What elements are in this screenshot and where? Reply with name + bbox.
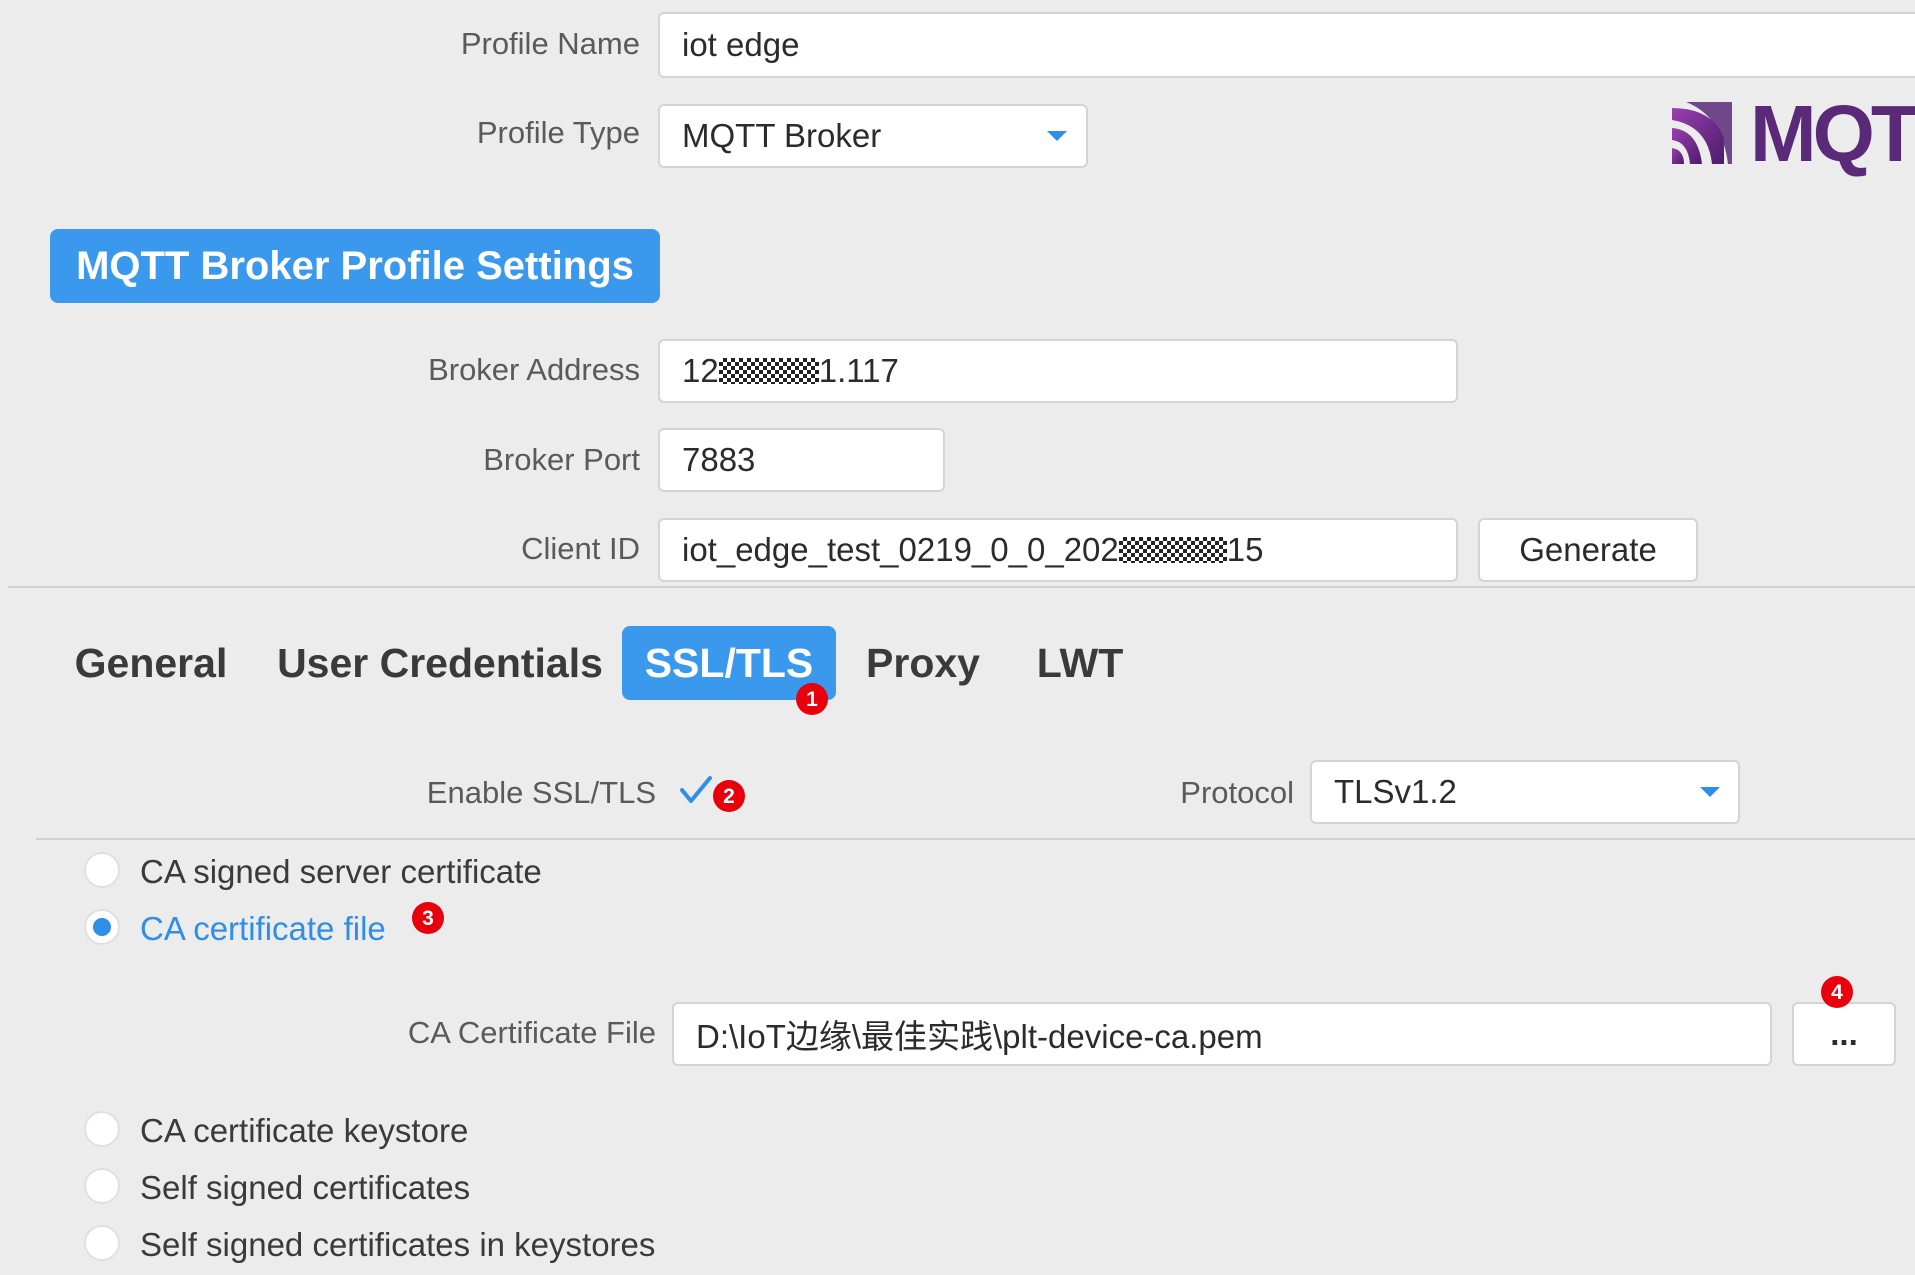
redaction-mask [718,358,819,384]
radio-self-signed-certificates-in-keystores[interactable] [84,1225,120,1261]
divider [36,838,1915,840]
chevron-down-icon [1700,787,1720,797]
protocol-select[interactable]: TLSv1.2 [1310,760,1740,824]
broker-port-label: Broker Port [483,442,640,477]
radio-ca-signed-server-certificate[interactable] [84,852,120,888]
profile-type-label: Profile Type [476,115,640,150]
generate-button[interactable]: Generate [1478,518,1698,582]
ca-file-input[interactable]: D:\IoT边缘\最佳实践\plt-device-ca.pem [672,1002,1772,1066]
tab-general[interactable]: General [66,626,236,700]
protocol-label: Protocol [1180,775,1294,810]
mqtt-logo-text: MQT [1750,89,1915,178]
tab-user-credentials[interactable]: User Credentials [270,626,610,700]
ca-file-label: CA Certificate File [407,1015,656,1050]
tab-lwt[interactable]: LWT [1022,626,1138,700]
enable-ssl-label: Enable SSL/TLS [426,775,656,810]
enable-ssl-checkbox[interactable] [676,770,716,810]
redaction-mask [1118,537,1227,563]
browse-button[interactable]: ... [1792,1002,1896,1066]
radio-label: CA certificate file [140,910,386,947]
client-id-prefix: iot_edge_test_0219_0_0_202 [682,531,1119,568]
client-id-suffix: 15 [1226,531,1264,568]
profile-type-value: MQTT Broker [682,117,882,154]
radio-ca-certificate-file[interactable] [84,909,120,945]
profile-name-input[interactable]: iot edge [658,12,1915,78]
broker-port-input[interactable]: 7883 [658,428,945,492]
mqtt-logo: MQT [1672,89,1915,178]
step-badge: 2 [713,780,745,812]
protocol-value: TLSv1.2 [1334,773,1457,810]
radio-self-signed-certificates[interactable] [84,1168,120,1204]
broker-address-label: Broker Address [428,352,640,387]
step-badge: 4 [1821,976,1853,1008]
client-id-label: Client ID [521,531,640,566]
step-badge: 3 [412,902,444,934]
step-badge: 1 [796,683,828,715]
profile-name-label: Profile Name [460,26,640,61]
broker-address-input[interactable]: 12 1.117 [658,339,1458,403]
checkmark-icon [680,776,712,803]
radio-ca-certificate-keystore[interactable] [84,1111,120,1147]
radio-label: CA certificate keystore [140,1112,469,1149]
profile-type-select[interactable]: MQTT Broker [658,104,1088,168]
section-title: MQTT Broker Profile Settings [50,229,660,303]
broker-address-suffix: 1.117 [818,352,899,389]
client-id-input[interactable]: iot_edge_test_0219_0_0_202 15 [658,518,1458,582]
mqtt-logo-icon [1672,102,1732,164]
radio-label: Self signed certificates in keystores [140,1226,656,1263]
broker-address-prefix: 12 [682,352,719,389]
radio-label: CA signed server certificate [140,853,542,890]
chevron-down-icon [1047,131,1067,141]
radio-label: Self signed certificates [140,1169,471,1206]
tab-proxy[interactable]: Proxy [858,626,988,700]
divider [8,586,1915,588]
